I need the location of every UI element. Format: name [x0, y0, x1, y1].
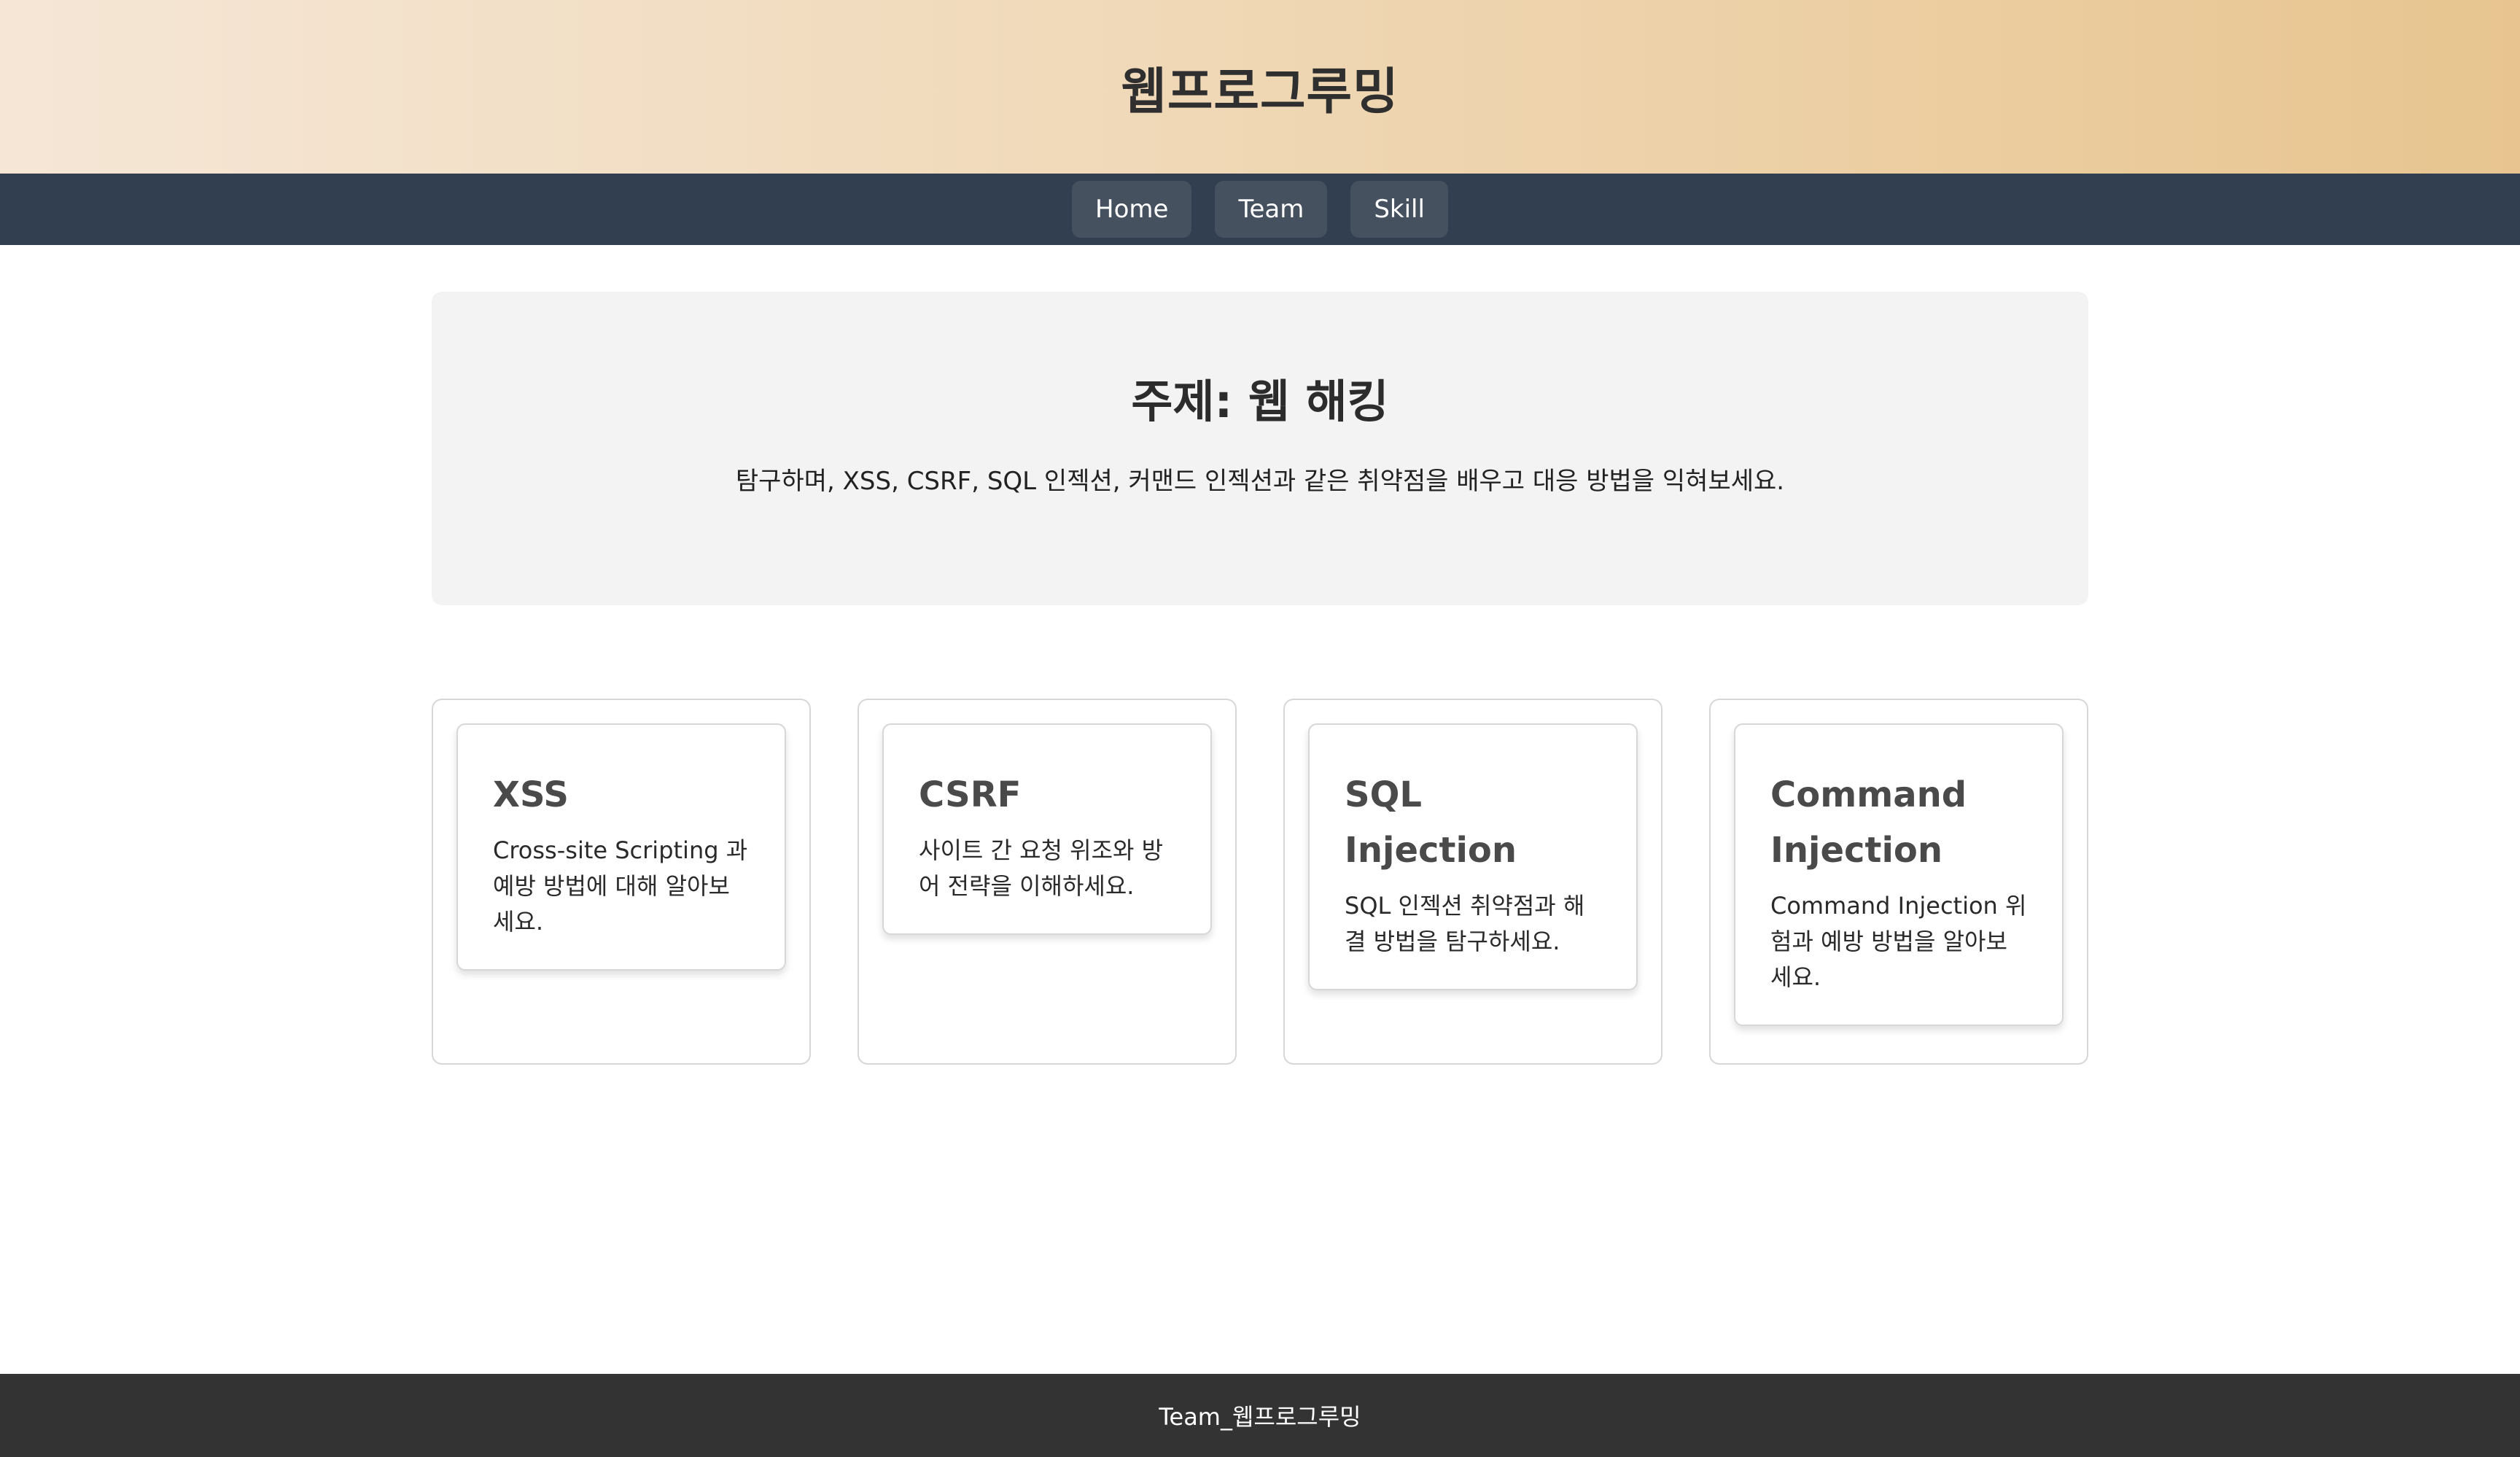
card-description: Cross-site Scripting 과 예방 방법에 대해 알아보세요.	[493, 836, 748, 936]
card-title: SQL Injection	[1345, 774, 1517, 871]
nav-skill-button[interactable]: Skill	[1350, 181, 1448, 238]
nav-team-button[interactable]: Team	[1215, 181, 1328, 238]
card-sql-injection[interactable]: SQL Injection SQL 인젝션 취약점과 해결 방법을 탐구하세요.	[1308, 723, 1638, 990]
card-xss[interactable]: XSS Cross-site Scripting 과 예방 방법에 대해 알아보…	[456, 723, 786, 971]
card-description: 사이트 간 요청 위조와 방어 전략을 이해하세요.	[919, 836, 1164, 900]
card-description: Command Injection 위험과 예방 방법을 알아보세요.	[1770, 892, 2027, 991]
intro-title: 주제: 웹 해킹	[1131, 375, 1389, 428]
card-csrf-container: CSRF 사이트 간 요청 위조와 방어 전략을 이해하세요.	[858, 699, 1237, 1065]
card-title: Command Injection	[1770, 774, 1967, 871]
intro-section: 주제: 웹 해킹 탐구하며, XSS, CSRF, SQL 인젝션, 커맨드 인…	[432, 292, 2088, 605]
card-csrf[interactable]: CSRF 사이트 간 요청 위조와 방어 전략을 이해하세요.	[882, 723, 1212, 935]
card-description: SQL 인젝션 취약점과 해결 방법을 탐구하세요.	[1345, 892, 1585, 955]
nav-home-button[interactable]: Home	[1072, 181, 1192, 238]
card-title: XSS	[493, 774, 569, 815]
site-title: 웹프로그루밍	[1121, 63, 1399, 121]
intro-description: 탐구하며, XSS, CSRF, SQL 인젝션, 커맨드 인젝션과 같은 취약…	[735, 467, 1785, 496]
footer-text: Team_웹프로그루밍	[1159, 1403, 1361, 1431]
card-title: CSRF	[919, 774, 1022, 815]
site-footer: Team_웹프로그루밍	[0, 1374, 2520, 1457]
card-command-injection-container: Command Injection Command Injection 위험과 …	[1709, 699, 2088, 1065]
card-sql-injection-container: SQL Injection SQL 인젝션 취약점과 해결 방법을 탐구하세요.	[1283, 699, 1662, 1065]
card-xss-container: XSS Cross-site Scripting 과 예방 방법에 대해 알아보…	[432, 699, 811, 1065]
card-command-injection[interactable]: Command Injection Command Injection 위험과 …	[1734, 723, 2064, 1026]
main-nav: Home Team Skill	[0, 174, 2520, 245]
site-header: 웹프로그루밍	[0, 0, 2520, 174]
